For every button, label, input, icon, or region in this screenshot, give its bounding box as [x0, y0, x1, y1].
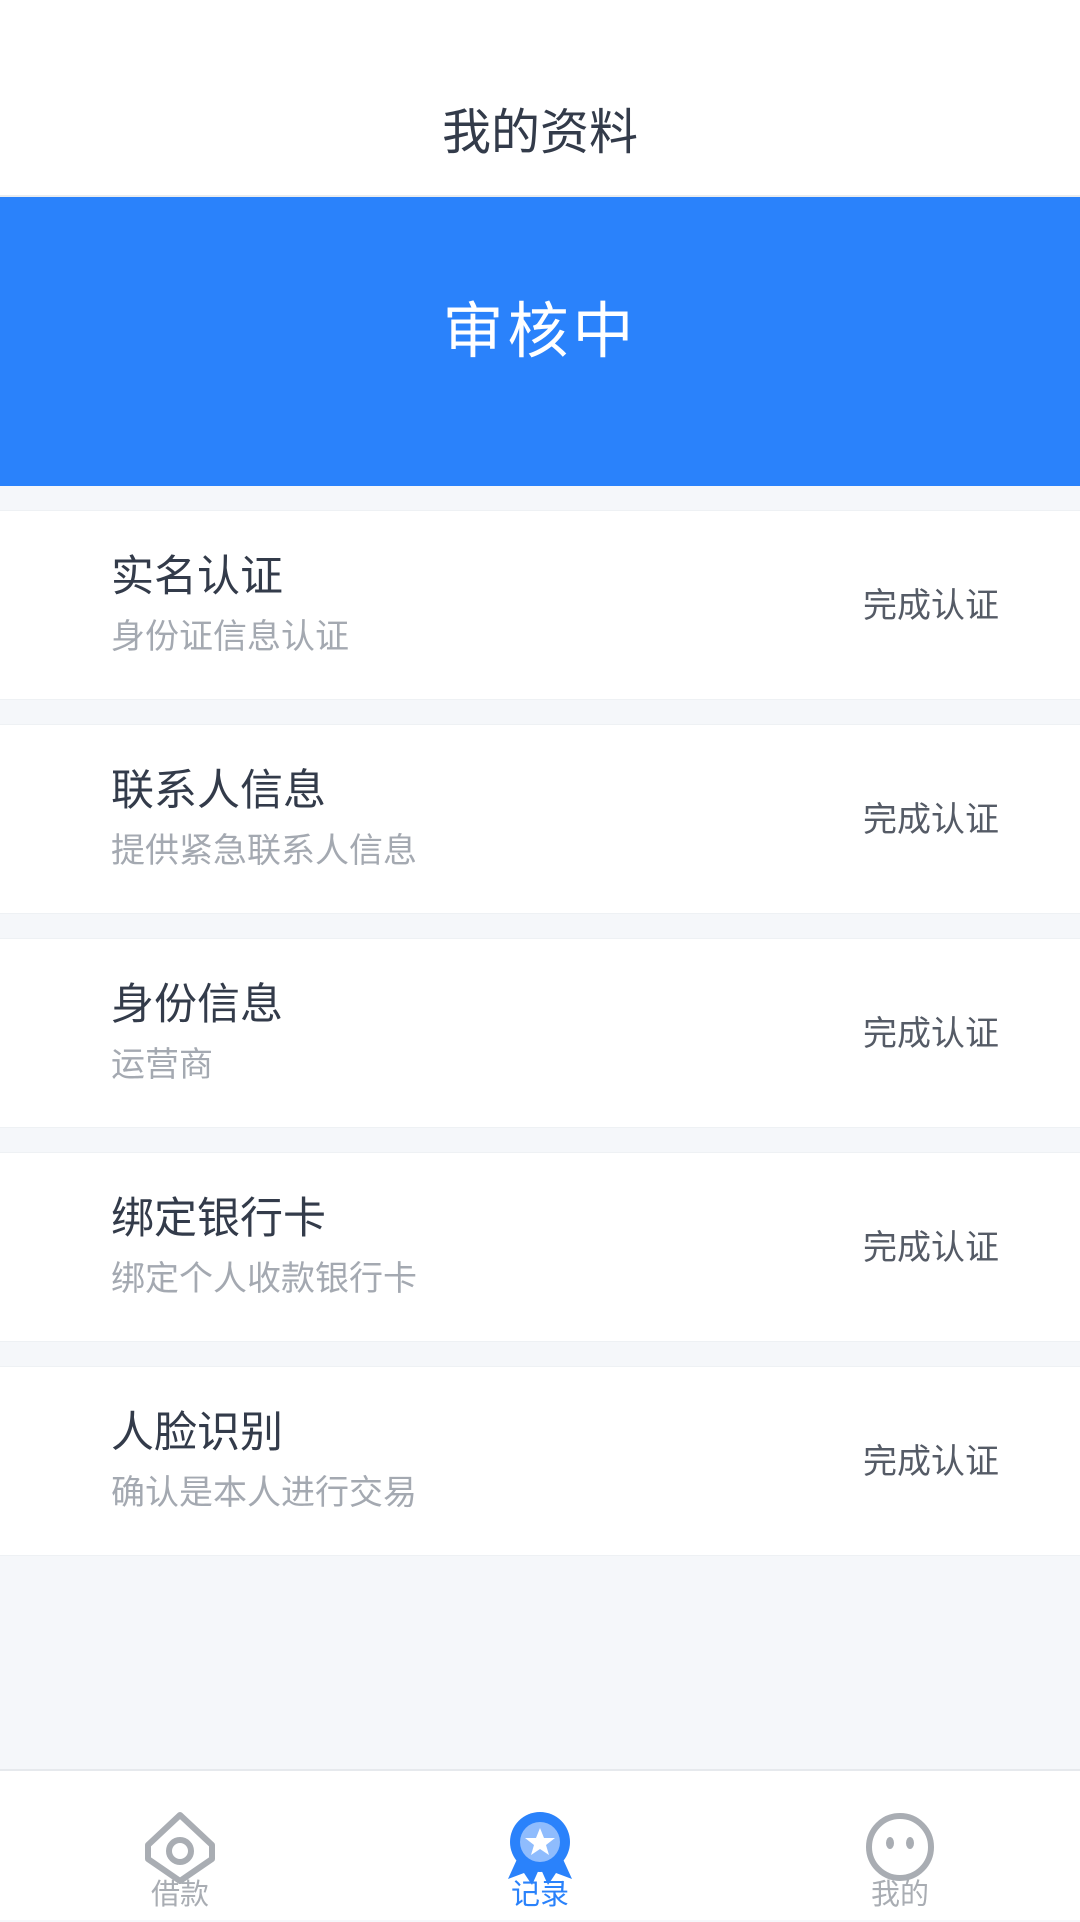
item-status: 完成认证 — [863, 800, 999, 840]
list-item-bank-card[interactable]: 绑定银行卡 绑定个人收款银行卡 完成认证 — [0, 1152, 1080, 1342]
item-subtitle: 绑定个人收款银行卡 — [111, 1259, 417, 1299]
item-subtitle: 身份证信息认证 — [111, 617, 349, 657]
item-subtitle: 提供紧急联系人信息 — [111, 831, 417, 871]
list-item-face-recognition[interactable]: 人脸识别 确认是本人进行交易 完成认证 — [0, 1366, 1080, 1556]
item-title: 绑定银行卡 — [111, 1194, 326, 1244]
item-status: 完成认证 — [863, 1014, 999, 1054]
tab-mine[interactable]: 我的 — [780, 1771, 1020, 1922]
verification-list: 实名认证 身份证信息认证 完成认证 联系人信息 提供紧急联系人信息 完成认证 身… — [0, 486, 1080, 1556]
item-status: 完成认证 — [863, 586, 999, 626]
item-title: 实名认证 — [111, 552, 283, 602]
item-subtitle: 运营商 — [111, 1045, 213, 1085]
list-item-contacts[interactable]: 联系人信息 提供紧急联系人信息 完成认证 — [0, 724, 1080, 914]
tab-records[interactable]: 记录 — [420, 1771, 660, 1922]
item-title: 身份信息 — [111, 980, 283, 1030]
item-title: 人脸识别 — [111, 1408, 283, 1458]
tab-label: 我的 — [870, 1877, 929, 1911]
tab-loan[interactable]: 借款 — [60, 1771, 300, 1922]
item-subtitle: 确认是本人进行交易 — [111, 1473, 417, 1513]
tab-label: 记录 — [510, 1877, 569, 1911]
header: 我的资料 — [0, 0, 1080, 197]
bottom-tab-bar: 借款 记录 我的 — [0, 1769, 1080, 1920]
list-item-identity[interactable]: 身份信息 运营商 完成认证 — [0, 938, 1080, 1128]
status-banner-text: 审核中 — [442, 296, 638, 367]
tab-label: 借款 — [150, 1877, 209, 1911]
page-title: 我的资料 — [441, 104, 638, 161]
item-status: 完成认证 — [863, 1442, 999, 1482]
item-status: 完成认证 — [863, 1228, 999, 1268]
list-item-real-name[interactable]: 实名认证 身份证信息认证 完成认证 — [0, 510, 1080, 700]
item-title: 联系人信息 — [111, 766, 326, 816]
